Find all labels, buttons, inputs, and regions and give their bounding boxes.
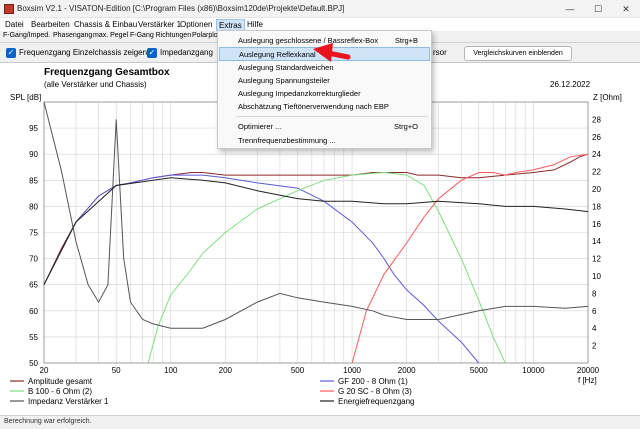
tab-fgang-imped[interactable]: F-Gang/Imped. <box>3 32 50 39</box>
tab-fgang-richtungen[interactable]: F-Gang Richtungen <box>130 32 191 39</box>
menu-item-label: Auslegung Standardweichen <box>238 63 334 72</box>
impedance-label: Impedanzgang <box>160 48 213 57</box>
x-tick-label: 5000 <box>470 366 488 375</box>
title-bar: Boxsim V2.1 - VISATON-Edition [C:\Progra… <box>0 0 640 18</box>
minimize-button[interactable]: — <box>556 0 584 18</box>
menu-bearbeiten[interactable]: Bearbeiten <box>29 19 72 31</box>
y2-tick-label: 28 <box>592 115 601 124</box>
menu-item-closed-bassreflex[interactable]: Auslegung geschlossene / Bassreflex-Box … <box>219 34 430 48</box>
menu-chassis-einbau[interactable]: Chassis & Einbau <box>72 19 139 31</box>
y2-tick-label: 22 <box>592 168 601 177</box>
chart-title: Frequenzgang Gesamtbox <box>44 67 170 78</box>
menu-item-label: Auslegung Spannungsteiler <box>238 76 330 85</box>
status-bar: Berechnung war erfolgreich. <box>0 415 640 429</box>
y-tick-label: 60 <box>29 307 38 316</box>
y-tick-label: 85 <box>29 176 38 185</box>
y2-axis-label: Z [Ohm] <box>593 93 622 102</box>
compare-curves-button[interactable]: Vergleichskurven einblenden <box>464 46 572 61</box>
y2-tick-label: 14 <box>592 237 601 246</box>
legend-label: B 100 - 6 Ohm (2) <box>28 387 92 396</box>
tab-max-pegel[interactable]: max. Pegel <box>93 32 128 39</box>
y-tick-label: 65 <box>29 281 38 290</box>
chart-date: 26.12.2022 <box>550 80 591 89</box>
status-message: Berechnung war erfolgreich. <box>4 418 92 425</box>
y-tick-label: 70 <box>29 255 38 264</box>
menu-item-label: Trennfrequenzbestimmung ... <box>238 136 336 145</box>
menu-item-crossover-frequency[interactable]: Trennfrequenzbestimmung ... <box>219 134 430 148</box>
x-tick-label: 50 <box>112 366 121 375</box>
app-window: Boxsim V2.1 - VISATON-Edition [C:\Progra… <box>0 0 640 429</box>
menu-item-label: Auslegung Impedanzkorrekturglieder <box>238 89 361 98</box>
x-tick-label: 500 <box>291 366 305 375</box>
y-tick-label: 50 <box>29 359 38 368</box>
y2-tick-label: 10 <box>592 272 601 281</box>
y-axis-label: SPL [dB] <box>10 93 41 102</box>
menu-optionen[interactable]: Optionen <box>178 19 214 31</box>
menu-item-ebp-estimate[interactable]: Abschätzung Tieftönerverwendung nach EBP <box>219 100 430 114</box>
amplitude-curve <box>43 153 589 285</box>
y2-tick-label: 18 <box>592 202 601 211</box>
menu-item-reflex-channel[interactable]: Auslegung Reflexkanal <box>219 47 430 61</box>
single-chassis-label: Frequenzgang Einzelchassis zeigen <box>19 48 148 57</box>
menu-verstaerker[interactable]: Verstärker 1 <box>136 19 183 31</box>
menu-item-label: Auslegung Reflexkanal <box>239 50 316 59</box>
menu-separator <box>236 116 428 117</box>
menu-datei[interactable]: Datei <box>3 19 26 31</box>
maximize-button[interactable]: ☐ <box>584 0 612 18</box>
y2-tick-label: 16 <box>592 220 601 229</box>
y2-tick-label: 26 <box>592 133 601 142</box>
menu-item-impedance-correction[interactable]: Auslegung Impedanzkorrekturglieder <box>219 87 430 101</box>
y-tick-label: 90 <box>29 150 38 159</box>
y2-tick-label: 20 <box>592 185 601 194</box>
x-tick-label: 10000 <box>522 366 545 375</box>
x-tick-label: 200 <box>219 366 233 375</box>
menu-item-label: Abschätzung Tieftönerverwendung nach EBP <box>238 102 389 111</box>
legend-label: Energiefrequenzgang <box>338 397 415 406</box>
y2-tick-label: 4 <box>592 324 597 333</box>
y2-tick-label: 8 <box>592 289 597 298</box>
y-tick-label: 95 <box>29 124 38 133</box>
chart-subtitle: (alle Verstärker und Chassis) <box>44 80 147 89</box>
extras-dropdown-menu: Auslegung geschlossene / Bassreflex-Box … <box>217 30 432 149</box>
single-chassis-checkbox[interactable]: ✓ <box>6 48 16 58</box>
y-tick-label: 55 <box>29 333 38 342</box>
x-tick-label: 100 <box>164 366 178 375</box>
x-tick-label: 1000 <box>343 366 361 375</box>
menu-item-voltage-divider[interactable]: Auslegung Spannungsteiler <box>219 74 430 88</box>
tab-phasengang[interactable]: Phasengang <box>53 32 92 39</box>
legend-label: G 20 SC - 8 Ohm (3) <box>338 387 412 396</box>
legend-label: Impedanz Verstärker 1 <box>28 397 109 406</box>
menu-item-label: Auslegung geschlossene / Bassreflex-Box <box>238 36 379 45</box>
y-tick-label: 75 <box>29 229 38 238</box>
impedance-checkbox[interactable]: ✓ <box>147 48 157 58</box>
y2-tick-label: 2 <box>592 342 597 351</box>
menu-item-optimizer[interactable]: Optimierer ... Strg+O <box>219 120 430 134</box>
window-title: Boxsim V2.1 - VISATON-Edition [C:\Progra… <box>17 4 345 13</box>
menu-item-shortcut: Strg+O <box>394 122 418 131</box>
menu-item-shortcut: Strg+B <box>394 36 418 45</box>
x-axis-label: f [Hz] <box>578 376 597 385</box>
y-tick-label: 80 <box>29 202 38 211</box>
legend-label: Amplitude gesamt <box>28 377 93 386</box>
app-icon <box>4 4 14 14</box>
x-tick-label: 20000 <box>577 366 600 375</box>
menu-item-standard-crossover[interactable]: Auslegung Standardweichen <box>219 61 430 75</box>
legend-label: GF 200 - 8 Ohm (1) <box>338 377 408 386</box>
close-button[interactable]: ✕ <box>612 0 640 18</box>
x-tick-label: 20 <box>40 366 49 375</box>
y2-tick-label: 6 <box>592 307 597 316</box>
x-tick-label: 2000 <box>398 366 416 375</box>
tab-polarplot[interactable]: Polarplot <box>192 32 220 39</box>
menu-item-label: Optimierer ... <box>238 122 282 131</box>
y2-tick-label: 24 <box>592 150 601 159</box>
y2-tick-label: 12 <box>592 255 601 264</box>
cursor-label: rsor <box>433 48 447 57</box>
